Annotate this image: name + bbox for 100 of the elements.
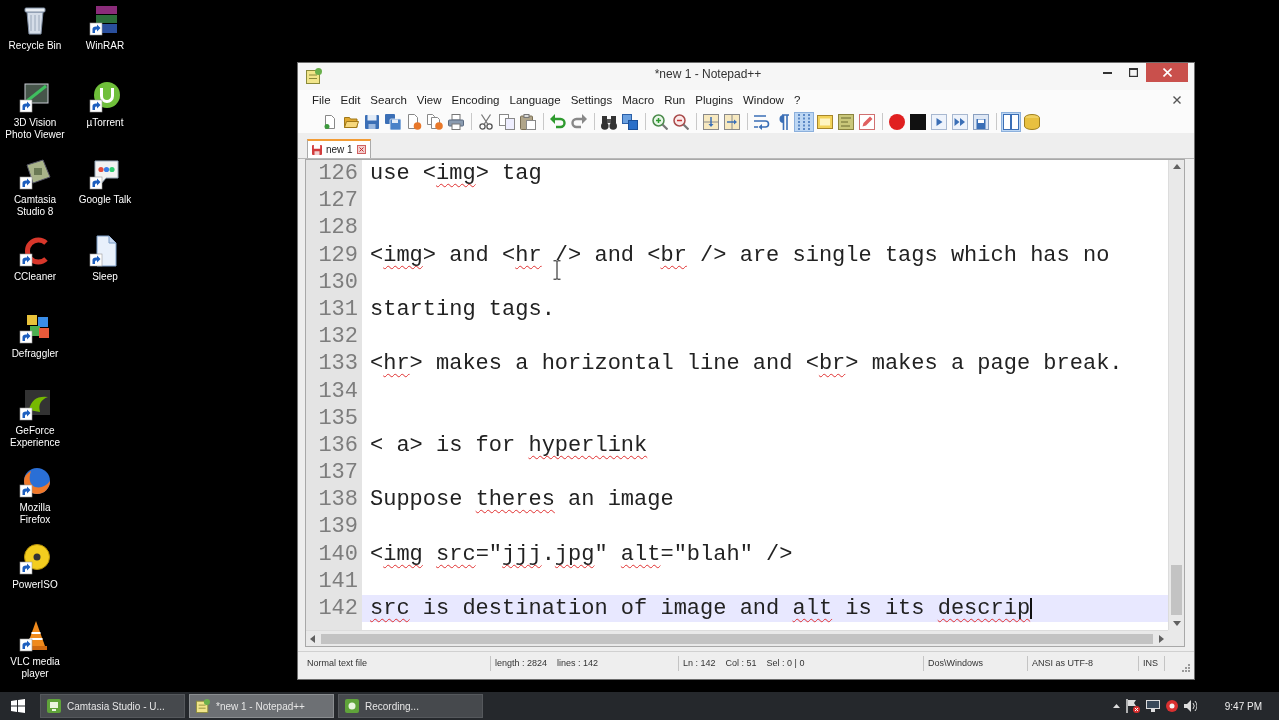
notepad-icon — [196, 699, 210, 713]
vertical-scrollbar[interactable] — [1168, 160, 1184, 630]
file-dot-icon[interactable] — [406, 113, 422, 130]
desktop-icon-label[interactable]: Google Talk — [74, 194, 136, 206]
circle-logo-icon[interactable] — [89, 81, 121, 113]
zoom-in-icon[interactable] — [652, 113, 668, 130]
pencil-icon[interactable] — [859, 113, 875, 130]
menu-item[interactable]: Plugins — [690, 91, 738, 109]
line-number: 138 — [317, 486, 359, 514]
maximize-icon[interactable] — [1128, 68, 1138, 77]
play-icon[interactable] — [931, 113, 947, 130]
caret-up-icon[interactable] — [1172, 164, 1181, 169]
disc-icon[interactable] — [19, 543, 51, 575]
minimize-icon[interactable] — [1102, 71, 1112, 74]
menu-item[interactable]: Window — [738, 91, 789, 109]
code-line: src is destination of image and alt is its descrip — [370, 596, 1031, 621]
scissors-icon[interactable] — [478, 113, 494, 130]
close-button[interactable] — [1146, 63, 1188, 82]
status-text: length : 2824 lines : 142 — [491, 655, 679, 671]
menu-item[interactable]: Run — [659, 91, 691, 109]
speech-bubble-icon[interactable] — [89, 158, 121, 190]
desktop-icon-label[interactable]: Camtasia Studio 8 — [4, 194, 66, 218]
menu-item[interactable]: View — [411, 91, 447, 109]
wrap-lines-icon[interactable] — [754, 113, 770, 130]
horizontal-scrollbar[interactable] — [306, 630, 1168, 646]
menu-item[interactable]: Language — [504, 91, 566, 109]
floppy-disks-icon[interactable] — [385, 113, 401, 130]
caret-up-icon[interactable] — [1112, 704, 1120, 708]
desktop-icon-label[interactable]: GeForce Experience — [4, 425, 66, 449]
status-text: Ln : 142 Col : 51 Sel : 0 | 0 — [679, 655, 924, 671]
columns-icon[interactable] — [1001, 111, 1021, 132]
notepad-icon — [306, 68, 322, 84]
desktop-icon-label[interactable]: Mozilla Firefox — [4, 502, 66, 526]
stop-icon[interactable] — [910, 113, 926, 130]
dotted-lines-icon[interactable] — [794, 111, 814, 132]
four-panes-icon — [11, 699, 25, 713]
close-icon[interactable] — [1173, 96, 1181, 104]
line-number: 140 — [317, 540, 359, 568]
screen-icon — [47, 699, 61, 713]
desktop-icon-label[interactable]: 3D Vision Photo Viewer — [4, 117, 66, 141]
flag-icon[interactable] — [1125, 699, 1140, 713]
desktop-icon-label[interactable]: WinRAR — [74, 40, 136, 52]
zoom-out-icon[interactable] — [673, 113, 689, 130]
taskbar-button[interactable]: *new 1 - Notepad++ — [189, 694, 334, 718]
copy-icon[interactable] — [499, 113, 515, 130]
redo-icon[interactable] — [571, 113, 587, 130]
save-icon[interactable] — [364, 113, 380, 130]
record-icon[interactable] — [1165, 700, 1178, 712]
scrollbar-thumb[interactable] — [1171, 565, 1182, 615]
blocks-icon[interactable] — [19, 312, 51, 344]
code-line: Suppose theres an image — [370, 487, 674, 513]
line-number: 129 — [317, 241, 359, 269]
menu-item[interactable]: ? — [788, 91, 806, 109]
menu-item[interactable]: File — [307, 91, 336, 109]
resize-grip-icon[interactable] — [1181, 663, 1190, 672]
cylinder-icon[interactable] — [1024, 113, 1040, 130]
status-text: Normal text file — [303, 655, 491, 671]
binoculars-icon[interactable] — [601, 113, 617, 130]
files-dot-icon[interactable] — [427, 113, 443, 130]
scrollbar-thumb[interactable] — [321, 633, 1153, 644]
menu-item[interactable]: Settings — [565, 91, 618, 109]
status-text: INS — [1139, 655, 1165, 671]
new-file-icon[interactable] — [322, 113, 338, 130]
panel-icon[interactable] — [817, 113, 833, 130]
speaker-icon[interactable] — [1183, 700, 1197, 712]
fast-forward-icon[interactable] — [952, 113, 968, 130]
taskbar-button[interactable]: Recording... — [338, 694, 483, 718]
desktop-icon-label[interactable]: Recycle Bin — [4, 40, 66, 52]
caret-left-icon[interactable] — [310, 634, 315, 643]
clipboard-icon[interactable] — [520, 113, 536, 130]
line-number: 139 — [317, 513, 359, 541]
desktop-icon-label[interactable]: Sleep — [74, 271, 136, 283]
caret-down-icon[interactable] — [1172, 621, 1181, 626]
close-icon[interactable] — [356, 145, 366, 154]
desktop-icon-label[interactable]: CCleaner — [4, 271, 66, 283]
menu-item[interactable]: Macro — [617, 91, 660, 109]
desktop-icon-label[interactable]: VLC media player — [4, 656, 66, 680]
printer-icon[interactable] — [448, 113, 464, 130]
desktop-icon-label[interactable]: Defraggler — [4, 348, 66, 360]
line-number: 135 — [317, 404, 359, 432]
globe-icon[interactable] — [19, 466, 51, 498]
film-tile-icon[interactable] — [19, 158, 51, 190]
desktop-icon-label[interactable]: µTorrent — [74, 117, 136, 129]
document-tab[interactable]: new 1 — [307, 139, 371, 158]
taskbar-button[interactable]: Camtasia Studio - U... — [40, 694, 185, 718]
photo-frame-icon[interactable] — [19, 81, 51, 113]
clock[interactable]: 9:47 PM — [1224, 698, 1262, 714]
monitor-icon[interactable] — [1145, 700, 1160, 712]
overlapping-squares-icon[interactable] — [622, 113, 638, 130]
desktop-icon-label[interactable]: PowerISO — [4, 579, 66, 591]
caret-right-icon[interactable] — [1159, 634, 1164, 643]
undo-icon[interactable] — [550, 113, 566, 130]
menu-item[interactable]: Edit — [335, 91, 366, 109]
text-lines-icon[interactable] — [838, 113, 854, 130]
code-line: < a> is for hyperlink — [370, 432, 648, 458]
swirl-tile-icon[interactable] — [19, 389, 51, 421]
code-line: <hr> makes a horizontal line and <br> makes a page break. — [370, 351, 1123, 377]
menu-item[interactable]: Encoding — [446, 91, 505, 109]
line-number: 130 — [317, 268, 359, 296]
menu-item[interactable]: Search — [365, 91, 412, 109]
